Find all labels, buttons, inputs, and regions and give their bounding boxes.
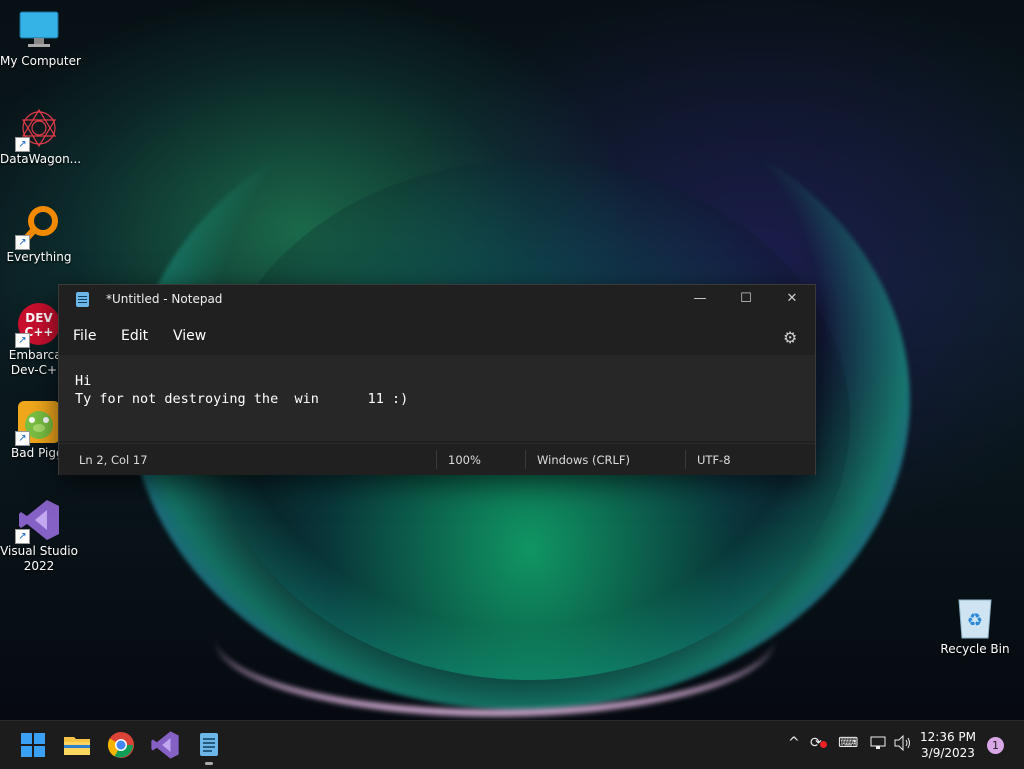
title-bar[interactable]: *Untitled - Notepad — ☐ ✕	[59, 285, 815, 315]
status-bar: Ln 2, Col 17 100% Windows (CRLF) UTF-8	[59, 443, 815, 475]
menu-file[interactable]: File	[73, 328, 96, 344]
shortcut-arrow-icon: ↗	[15, 529, 30, 544]
clock[interactable]: 12:36 PM 3/9/2023	[920, 729, 976, 761]
minimize-button[interactable]: —	[677, 285, 723, 315]
notification-badge[interactable]: 1	[987, 737, 1004, 754]
start-icon[interactable]	[18, 730, 48, 760]
visual-studio-icon[interactable]	[150, 730, 180, 760]
notepad-window[interactable]: *Untitled - Notepad — ☐ ✕ File Edit View…	[58, 284, 816, 475]
menu-view[interactable]: View	[173, 328, 206, 344]
editor-line-1: Hi	[75, 373, 92, 389]
cursor-position: Ln 2, Col 17	[79, 453, 148, 467]
notepad-icon[interactable]	[194, 730, 224, 765]
text-editor[interactable]: Hi Ty for not destroying the win 11 :)	[59, 355, 815, 441]
status-divider	[525, 450, 526, 469]
maximize-button[interactable]: ☐	[723, 285, 769, 315]
window-title: *Untitled - Notepad	[106, 292, 223, 306]
menu-edit[interactable]: Edit	[121, 328, 148, 344]
taskbar: ^ ⟳ ⌨ 12:36 PM 3/9/2023 1	[0, 720, 1024, 769]
notepad-icon	[76, 292, 89, 307]
svg-text:DEV: DEV	[25, 311, 53, 325]
shortcut-arrow-icon: ↗	[15, 235, 30, 250]
zoom-level: 100%	[448, 453, 481, 467]
desktop-icon-datawagon[interactable]: ↗ DataWagon...	[0, 106, 81, 167]
network-icon[interactable]	[870, 735, 888, 755]
settings-gear-icon[interactable]: ⚙	[783, 328, 797, 347]
editor-line-2: Ty for not destroying the win 11 :)	[75, 391, 409, 407]
everything-icon: ↗	[15, 204, 61, 250]
status-divider	[685, 450, 686, 469]
sync-icon[interactable]: ⟳	[810, 735, 827, 751]
desktop-icon-everything[interactable]: ↗ Everything	[0, 204, 78, 265]
encoding: UTF-8	[697, 453, 731, 467]
menu-bar: File Edit View ⚙	[59, 321, 815, 353]
datawagon-icon: ↗	[15, 106, 61, 152]
devcpp-icon: DEV C++ ↗	[15, 302, 61, 348]
file-explorer-icon[interactable]	[62, 730, 92, 760]
bad-piggies-icon: ↗	[15, 400, 61, 446]
shortcut-arrow-icon: ↗	[15, 431, 30, 446]
desktop-icon-my-computer[interactable]: My Computer	[0, 8, 81, 69]
recycle-bin-icon: ♻	[953, 596, 997, 640]
clock-time: 12:36 PM	[920, 730, 976, 744]
chrome-icon[interactable]	[106, 730, 136, 760]
shortcut-arrow-icon: ↗	[15, 137, 30, 152]
wallpaper-rim	[215, 560, 775, 716]
active-indicator	[205, 762, 213, 765]
desktop-icon-recycle-bin[interactable]: ♻ Recycle Bin	[936, 596, 1014, 657]
clock-date: 3/9/2023	[921, 746, 975, 760]
line-endings: Windows (CRLF)	[537, 453, 631, 467]
show-hidden-icons-chevron[interactable]: ^	[788, 735, 800, 751]
status-divider	[436, 450, 437, 469]
keyboard-icon[interactable]: ⌨	[838, 735, 858, 751]
close-button[interactable]: ✕	[769, 285, 815, 315]
computer-icon	[17, 8, 61, 52]
volume-icon[interactable]	[894, 734, 912, 755]
svg-text:♻: ♻	[967, 610, 983, 631]
desktop-icon-visual-studio[interactable]: ↗ Visual Studio 2022	[0, 498, 78, 574]
visual-studio-icon: ↗	[15, 498, 61, 544]
shortcut-arrow-icon: ↗	[15, 333, 30, 348]
